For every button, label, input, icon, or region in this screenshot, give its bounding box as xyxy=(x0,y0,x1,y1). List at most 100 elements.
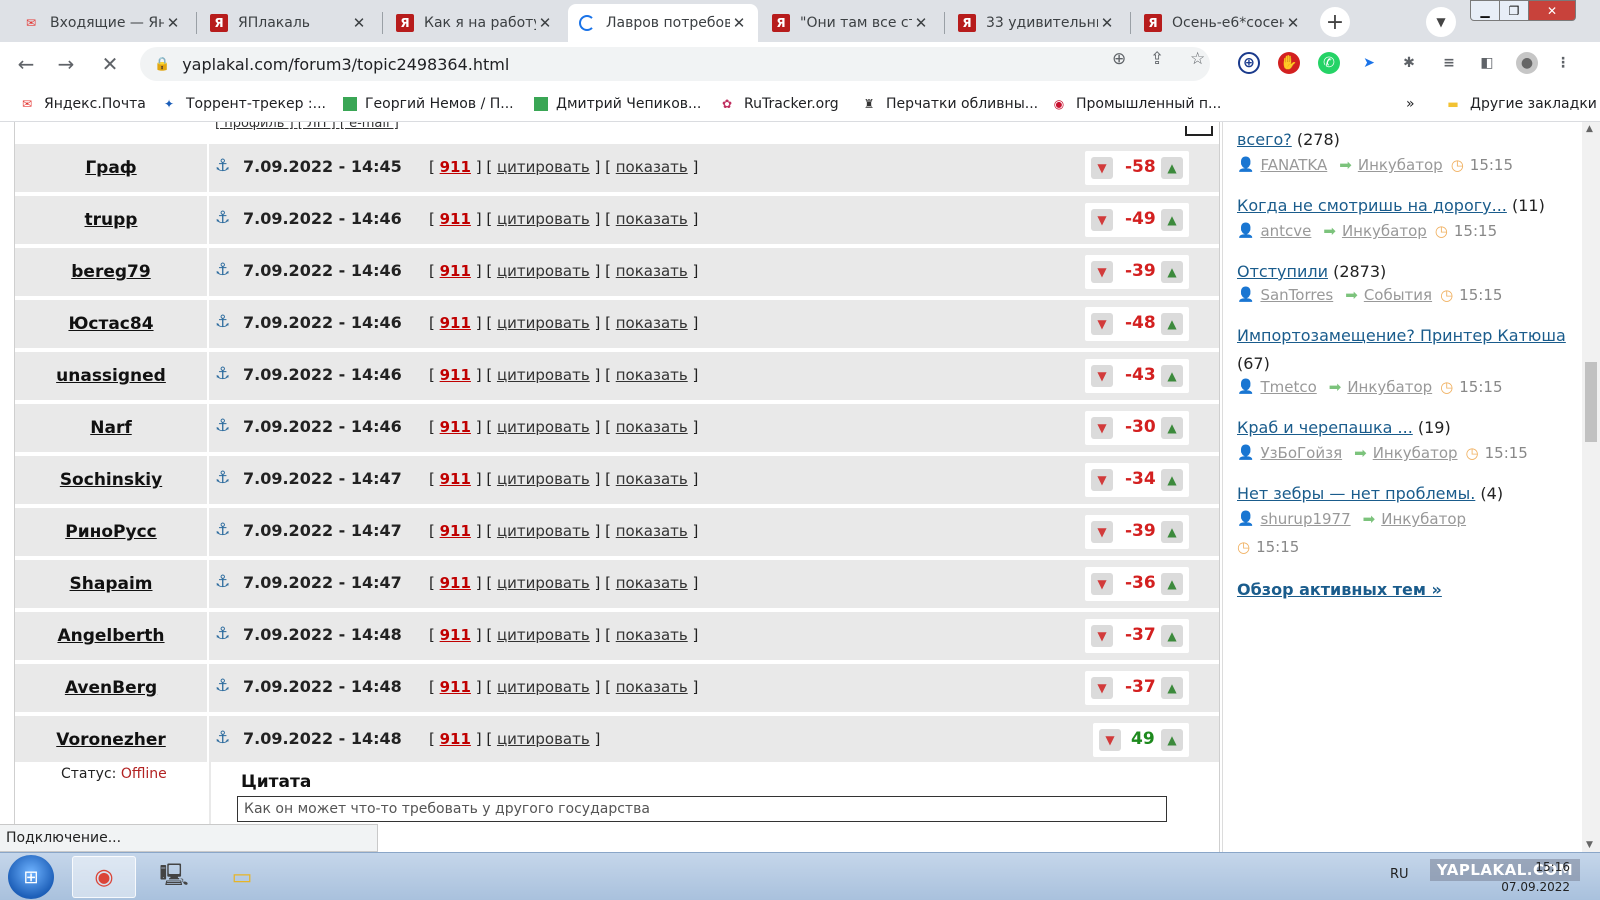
report-911-link[interactable]: 911 xyxy=(440,210,471,228)
close-tab-icon[interactable]: ✕ xyxy=(350,14,368,32)
explorer-folder-taskbar-icon[interactable]: ▭ xyxy=(210,856,274,898)
start-button[interactable]: ⊞ xyxy=(8,855,54,899)
quote-link[interactable]: цитировать xyxy=(497,574,590,592)
quote-link[interactable]: цитировать xyxy=(497,418,590,436)
quote-link[interactable]: цитировать xyxy=(497,314,590,332)
side-panel-icon[interactable]: ◧ xyxy=(1476,52,1498,74)
show-link[interactable]: показать xyxy=(616,262,688,280)
show-link[interactable]: показать xyxy=(616,158,688,176)
tab-3-active[interactable]: Лавров потребовал ✕ xyxy=(568,4,758,42)
anchor-icon[interactable]: ⚓ xyxy=(215,208,230,228)
zoom-icon[interactable]: ⊕ xyxy=(1112,49,1126,69)
post-author-link[interactable]: trupp xyxy=(15,196,209,244)
thumbs-up-icon[interactable]: ▲ xyxy=(1161,313,1183,335)
topic-section-link[interactable]: События xyxy=(1364,286,1432,304)
thumbs-down-icon[interactable]: ▼ xyxy=(1091,261,1113,283)
show-link[interactable]: показать xyxy=(616,574,688,592)
report-911-link[interactable]: 911 xyxy=(440,158,471,176)
show-link[interactable]: показать xyxy=(616,470,688,488)
topic-title-link[interactable]: Отступили xyxy=(1237,262,1328,281)
quote-link[interactable]: цитировать xyxy=(497,626,590,644)
tab-2[interactable]: Я Как я на работу ✕ xyxy=(386,4,564,42)
thumbs-up-icon[interactable]: ▲ xyxy=(1161,469,1183,491)
scroll-down-arrow-icon[interactable]: ▼ xyxy=(1586,840,1593,850)
post-author-link[interactable]: unassigned xyxy=(15,352,209,400)
thumbs-up-icon[interactable]: ▲ xyxy=(1161,521,1183,543)
thumbs-down-icon[interactable]: ▼ xyxy=(1091,625,1113,647)
thumbs-down-icon[interactable]: ▼ xyxy=(1091,573,1113,595)
thumbs-up-icon[interactable]: ▲ xyxy=(1161,677,1183,699)
profile-avatar-icon[interactable]: ● xyxy=(1516,52,1538,74)
topic-section-link[interactable]: Инкубатор xyxy=(1373,444,1458,462)
show-link[interactable]: показать xyxy=(616,418,688,436)
scrollbar-thumb[interactable] xyxy=(1585,362,1597,442)
quote-link[interactable]: цитировать xyxy=(497,522,590,540)
back-button[interactable]: ← xyxy=(10,48,42,80)
thumbs-down-icon[interactable]: ▼ xyxy=(1091,365,1113,387)
anchor-icon[interactable]: ⚓ xyxy=(215,676,230,696)
bookmark-item[interactable]: Дмитрий Чепиков... xyxy=(534,94,701,114)
topic-author-link[interactable]: shurup1977 xyxy=(1260,510,1350,528)
topic-author-link[interactable]: УзБоГойзя xyxy=(1260,444,1342,462)
post-author-link[interactable]: Narf xyxy=(15,404,209,452)
tab-6[interactable]: Я Осень-е6*сосен ✕ xyxy=(1134,4,1312,42)
whatsapp-extension-icon[interactable]: ✆ xyxy=(1318,52,1340,74)
topic-section-link[interactable]: Инкубатор xyxy=(1358,156,1443,174)
thumbs-up-icon[interactable]: ▲ xyxy=(1161,157,1183,179)
menu-kebab-icon[interactable]: ⋮ xyxy=(1552,52,1574,74)
close-tab-icon[interactable]: ✕ xyxy=(730,14,748,32)
thumbs-down-icon[interactable]: ▼ xyxy=(1091,677,1113,699)
quote-link[interactable]: цитировать xyxy=(497,470,590,488)
bookmark-item[interactable]: ✿ RuTracker.org xyxy=(718,94,839,114)
close-tab-icon[interactable]: ✕ xyxy=(1098,14,1116,32)
new-tab-button[interactable]: + xyxy=(1320,7,1350,37)
post-author-link[interactable]: AvenBerg xyxy=(15,664,209,712)
show-link[interactable]: показать xyxy=(616,522,688,540)
bookmark-item[interactable]: Георгий Немов / П... xyxy=(343,94,514,114)
tab-1[interactable]: Я ЯПлакаль ✕ xyxy=(200,4,378,42)
topic-author-link[interactable]: FANATKA xyxy=(1260,156,1327,174)
forward-button[interactable]: → xyxy=(50,48,82,80)
quote-link[interactable]: цитировать xyxy=(497,158,590,176)
bookmark-item[interactable]: ♜ Перчатки обливны... xyxy=(860,94,1038,114)
tab-0[interactable]: ✉ Входящие — Яндекс ✕ xyxy=(12,4,192,42)
report-911-link[interactable]: 911 xyxy=(440,626,471,644)
post-author-link[interactable]: Sochinskiy xyxy=(15,456,209,504)
vpn-extension-icon[interactable]: ⊕ xyxy=(1238,52,1260,74)
other-bookmarks-folder[interactable]: ▬ Другие закладки xyxy=(1444,94,1597,114)
profile-links[interactable]: [ профиль ] [ ЛП ] [ e-mail ] xyxy=(215,122,399,131)
bookmark-item[interactable]: ✦ Торрент-трекер :... xyxy=(160,94,326,114)
show-link[interactable]: показать xyxy=(616,626,688,644)
media-control-icon[interactable]: ≡ xyxy=(1438,52,1460,74)
tab-search-button[interactable]: ▼ xyxy=(1426,7,1456,37)
quote-link[interactable]: цитировать xyxy=(497,730,590,748)
close-window-button[interactable]: ✕ xyxy=(1528,0,1576,21)
topic-title-link[interactable]: Краб и черепашка ... xyxy=(1237,418,1413,437)
topic-title-link[interactable]: Когда не смотришь на дорогу... xyxy=(1237,196,1507,215)
send-extension-icon[interactable]: ➤ xyxy=(1358,52,1380,74)
report-911-link[interactable]: 911 xyxy=(440,574,471,592)
topic-author-link[interactable]: SanTorres xyxy=(1260,286,1333,304)
topic-section-link[interactable]: Инкубатор xyxy=(1381,510,1466,528)
address-bar[interactable]: 🔒 yaplakal.com/forum3/topic2498364.html xyxy=(140,47,1210,81)
post-author-link[interactable]: Voronezher xyxy=(15,716,209,764)
quote-link[interactable]: цитировать xyxy=(497,262,590,280)
quote-link[interactable]: цитировать xyxy=(497,210,590,228)
chrome-taskbar-icon[interactable]: ◉ xyxy=(72,856,136,898)
anchor-icon[interactable]: ⚓ xyxy=(215,572,230,592)
quote-link[interactable]: цитировать xyxy=(497,366,590,384)
anchor-icon[interactable]: ⚓ xyxy=(215,416,230,436)
share-icon[interactable]: ⇪ xyxy=(1150,49,1164,69)
post-author-link[interactable]: Angelberth xyxy=(15,612,209,660)
post-author-link[interactable]: Граф xyxy=(15,144,209,192)
adblock-extension-icon[interactable]: ✋ xyxy=(1278,52,1300,74)
thumbs-down-icon[interactable]: ▼ xyxy=(1091,521,1113,543)
post-author-link[interactable]: Юстас84 xyxy=(15,300,209,348)
report-911-link[interactable]: 911 xyxy=(440,522,471,540)
topic-section-link[interactable]: Инкубатор xyxy=(1342,222,1427,240)
anchor-icon[interactable]: ⚓ xyxy=(215,624,230,644)
anchor-icon[interactable]: ⚓ xyxy=(215,260,230,280)
page-scrollbar[interactable]: ▲ ▼ xyxy=(1582,122,1600,852)
scroll-up-arrow-icon[interactable]: ▲ xyxy=(1586,124,1593,134)
thumbs-down-icon[interactable]: ▼ xyxy=(1091,313,1113,335)
